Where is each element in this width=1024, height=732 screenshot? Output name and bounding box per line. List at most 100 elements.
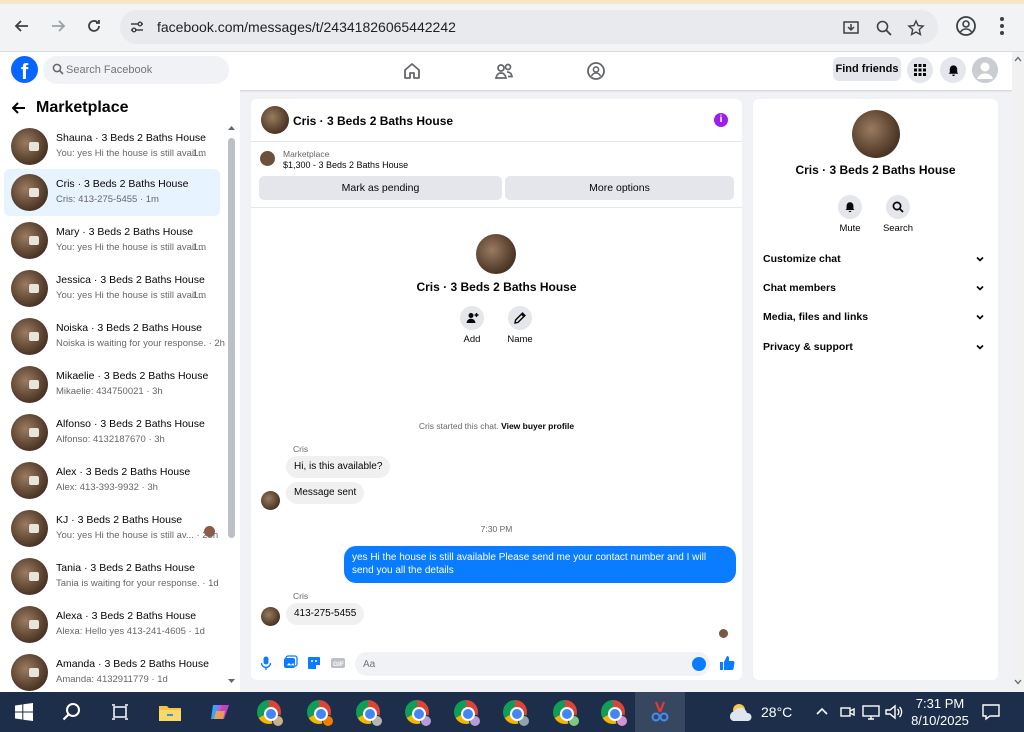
conversation-item[interactable]: Alexa · 3 Beds 2 Baths House Alexa: Hell… xyxy=(4,601,220,648)
gif-icon[interactable]: GIF xyxy=(330,655,346,671)
windows-start-icon[interactable] xyxy=(10,698,38,726)
message-input[interactable] xyxy=(363,652,683,676)
message-bubble-outgoing[interactable]: yes Hi the house is still available Plea… xyxy=(344,546,736,583)
address-bar[interactable]: facebook.com/messages/t/2434182606544224… xyxy=(120,10,938,44)
chrome-icon[interactable] xyxy=(403,698,432,727)
name-action[interactable]: Name xyxy=(500,306,540,345)
info-icon[interactable]: i xyxy=(714,113,728,127)
scroll-down-icon[interactable] xyxy=(1014,678,1022,685)
copilot-icon[interactable] xyxy=(206,698,234,726)
groups-icon[interactable] xyxy=(585,60,607,82)
menu-grid-button[interactable] xyxy=(907,57,933,83)
more-options-button[interactable]: More options xyxy=(505,176,734,200)
weather-cloud-icon[interactable] xyxy=(727,698,755,726)
show-hidden-icons-icon[interactable] xyxy=(816,706,828,716)
customize-chat-section[interactable]: Customize chat xyxy=(763,253,989,273)
chrome-icon[interactable] xyxy=(551,698,580,727)
profile-avatar[interactable] xyxy=(476,234,516,274)
sticker-icon[interactable] xyxy=(306,655,322,671)
message-input-box[interactable] xyxy=(355,652,710,676)
page-scrollbar[interactable] xyxy=(1012,52,1024,692)
privacy-support-section[interactable]: Privacy & support xyxy=(763,341,989,361)
friends-icon[interactable] xyxy=(493,60,515,82)
search-input[interactable] xyxy=(65,56,225,84)
reload-icon[interactable] xyxy=(82,14,106,38)
back-arrow-icon[interactable] xyxy=(12,101,26,115)
facebook-logo-icon[interactable]: f xyxy=(11,56,38,83)
add-action[interactable]: Add xyxy=(452,306,492,345)
conversation-item[interactable]: Jessica · 3 Beds 2 Baths House You: yes … xyxy=(4,265,220,312)
chrome-icon[interactable] xyxy=(354,698,383,727)
system-clock[interactable]: 7:31 PM 8/10/2025 xyxy=(900,695,980,729)
network-icon[interactable] xyxy=(862,704,880,720)
view-buyer-profile-link[interactable]: View buyer profile xyxy=(501,421,574,431)
account-avatar[interactable] xyxy=(972,57,998,83)
chrome-icon[interactable] xyxy=(501,698,530,727)
message-bubble-incoming[interactable]: Hi, is this available? xyxy=(286,456,391,478)
scroll-down-icon[interactable] xyxy=(227,677,236,685)
site-info-icon[interactable] xyxy=(128,18,146,36)
sidebar-scrollbar[interactable] xyxy=(226,124,236,692)
search-icon[interactable] xyxy=(58,698,86,726)
avatar xyxy=(11,606,48,643)
conversation-item-active[interactable]: Cris · 3 Beds 2 Baths House Cris: 413-27… xyxy=(4,169,220,216)
conversation-item[interactable]: Tania · 3 Beds 2 Baths House Tania is wa… xyxy=(4,553,220,600)
snipping-tool-icon[interactable] xyxy=(635,692,685,732)
chat-title[interactable]: Cris · 3 Beds 2 Baths House xyxy=(293,114,453,128)
url-text: facebook.com/messages/t/2434182606544224… xyxy=(157,19,456,35)
install-app-icon[interactable] xyxy=(842,19,860,37)
conversation-item[interactable]: Amanda · 3 Beds 2 Baths House Amanda: 41… xyxy=(4,649,220,692)
facebook-search[interactable] xyxy=(43,56,229,84)
conversation-item[interactable]: Shauna · 3 Beds 2 Baths House You: yes H… xyxy=(4,123,220,170)
meet-now-icon[interactable] xyxy=(839,704,855,720)
details-avatar[interactable] xyxy=(852,110,900,158)
details-name: Cris · 3 Beds 2 Baths House xyxy=(795,163,956,177)
chrome-icon[interactable] xyxy=(305,698,334,727)
message-bubble-incoming[interactable]: Message sent xyxy=(286,482,365,504)
bookmark-star-icon[interactable] xyxy=(907,19,925,37)
task-view-icon[interactable] xyxy=(106,698,134,726)
emoji-icon[interactable] xyxy=(692,657,706,671)
conversation-item[interactable]: Mary · 3 Beds 2 Baths House You: yes Hi … xyxy=(4,217,220,264)
conversation-name: Shauna · 3 Beds 2 Baths House xyxy=(56,132,207,144)
back-icon[interactable] xyxy=(10,14,34,38)
profile-icon[interactable] xyxy=(954,14,978,38)
mute-label: Mute xyxy=(839,223,861,234)
temperature[interactable]: 28°C xyxy=(761,704,792,720)
conversation-item[interactable]: Mikaelie · 3 Beds 2 Baths House Mikaelie… xyxy=(4,361,220,408)
conversation-item[interactable]: Alex · 3 Beds 2 Baths House Alex: 413-39… xyxy=(4,457,220,504)
chrome-icon[interactable] xyxy=(255,698,284,727)
file-explorer-icon[interactable] xyxy=(156,698,184,726)
section-label: Privacy & support xyxy=(763,341,853,353)
browser-toolbar: facebook.com/messages/t/2434182606544224… xyxy=(0,0,1024,52)
thumbs-up-icon[interactable] xyxy=(719,655,735,671)
chat-members-section[interactable]: Chat members xyxy=(763,282,989,302)
photo-icon[interactable] xyxy=(282,655,298,671)
search-action[interactable]: Search xyxy=(878,195,918,234)
microphone-icon[interactable] xyxy=(258,655,274,671)
scroll-up-icon[interactable] xyxy=(1014,56,1022,63)
forward-icon[interactable] xyxy=(46,14,70,38)
browser-menu-icon[interactable] xyxy=(990,14,1014,38)
zoom-icon[interactable] xyxy=(875,19,893,37)
avatar[interactable] xyxy=(261,106,289,134)
conversation-item[interactable]: KJ · 3 Beds 2 Baths House You: yes Hi th… xyxy=(4,505,220,552)
find-friends-button[interactable]: Find friends xyxy=(833,57,901,81)
conversation-item[interactable]: Noiska · 3 Beds 2 Baths House Noiska is … xyxy=(4,313,225,360)
mark-as-pending-button[interactable]: Mark as pending xyxy=(259,176,502,200)
chrome-icon[interactable] xyxy=(452,698,481,727)
chrome-icon[interactable] xyxy=(599,698,628,727)
scrollbar-thumb[interactable] xyxy=(228,138,235,538)
notifications-button[interactable] xyxy=(940,57,966,83)
home-icon[interactable] xyxy=(401,60,423,82)
listing-price[interactable]: $1,300 - 3 Beds 2 Baths House xyxy=(283,160,408,170)
notification-center-icon[interactable] xyxy=(982,703,1000,721)
listing-thumbnail[interactable] xyxy=(260,151,275,166)
sender-avatar[interactable] xyxy=(261,491,280,510)
scroll-up-icon[interactable] xyxy=(227,124,236,132)
mute-action[interactable]: Mute xyxy=(830,195,870,234)
message-bubble-incoming[interactable]: 413-275-5455 xyxy=(286,603,365,625)
conversation-item[interactable]: Alfonso · 3 Beds 2 Baths House Alfonso: … xyxy=(4,409,220,456)
sender-avatar[interactable] xyxy=(261,607,280,626)
media-files-links-section[interactable]: Media, files and links xyxy=(763,311,989,331)
